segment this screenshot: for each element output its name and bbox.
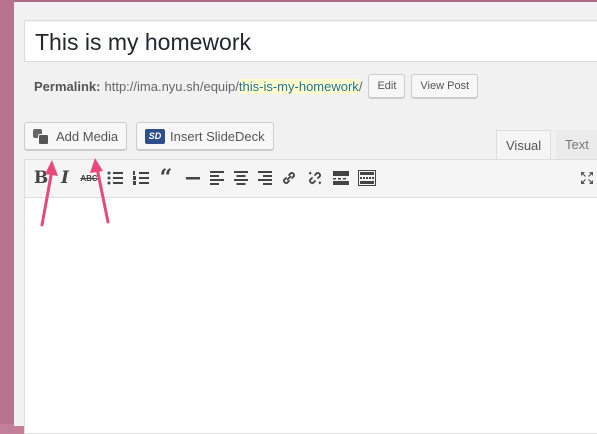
permalink-base-url: http://ima.nyu.sh/equip/ bbox=[104, 78, 239, 94]
insert-slidedeck-label: Insert SlideDeck bbox=[170, 128, 265, 144]
align-left-icon[interactable] bbox=[207, 168, 227, 188]
read-more-icon[interactable] bbox=[331, 168, 351, 188]
strikethrough-icon[interactable]: ABC bbox=[79, 168, 99, 188]
numbered-list-icon[interactable] bbox=[131, 168, 151, 188]
bold-icon[interactable]: B bbox=[31, 168, 51, 188]
edit-permalink-button[interactable]: Edit bbox=[368, 74, 406, 98]
insert-slidedeck-button[interactable]: SD Insert SlideDeck bbox=[136, 122, 274, 150]
add-media-icon bbox=[33, 128, 51, 145]
align-right-icon[interactable] bbox=[255, 168, 275, 188]
post-title-text: This is my homework bbox=[35, 29, 251, 55]
align-center-icon[interactable] bbox=[231, 168, 251, 188]
permalink-label: Permalink: bbox=[34, 78, 101, 94]
bullet-list-icon[interactable] bbox=[105, 168, 125, 188]
add-media-label: Add Media bbox=[56, 128, 119, 144]
post-editor-panel: This is my homework Permalink: http://im… bbox=[14, 0, 597, 434]
permalink-slug[interactable]: this-is-my-homework bbox=[238, 78, 359, 94]
italic-icon[interactable]: I bbox=[55, 168, 75, 188]
fullscreen-icon[interactable] bbox=[577, 168, 597, 188]
insert-link-icon[interactable] bbox=[279, 168, 299, 188]
tab-text[interactable]: Text bbox=[556, 130, 597, 160]
post-title-input[interactable]: This is my homework bbox=[24, 20, 597, 62]
view-post-button[interactable]: View Post bbox=[411, 74, 479, 98]
editor-toolbar: B I ABC “ bbox=[25, 160, 597, 198]
blockquote-icon[interactable]: “ bbox=[156, 167, 176, 189]
permalink-row: Permalink: http://ima.nyu.sh/equip/this-… bbox=[34, 74, 479, 98]
add-media-button[interactable]: Add Media bbox=[24, 122, 128, 150]
toolbar-toggle-icon[interactable] bbox=[357, 168, 377, 188]
permalink-trailing-slash: / bbox=[358, 78, 363, 94]
tab-visual[interactable]: Visual bbox=[496, 130, 552, 160]
horizontal-rule-icon[interactable] bbox=[183, 168, 203, 188]
desktop-background bbox=[0, 0, 14, 424]
editor-area: B I ABC “ bbox=[24, 159, 597, 434]
slidedeck-icon: SD bbox=[145, 128, 165, 144]
remove-link-icon[interactable] bbox=[305, 168, 325, 188]
